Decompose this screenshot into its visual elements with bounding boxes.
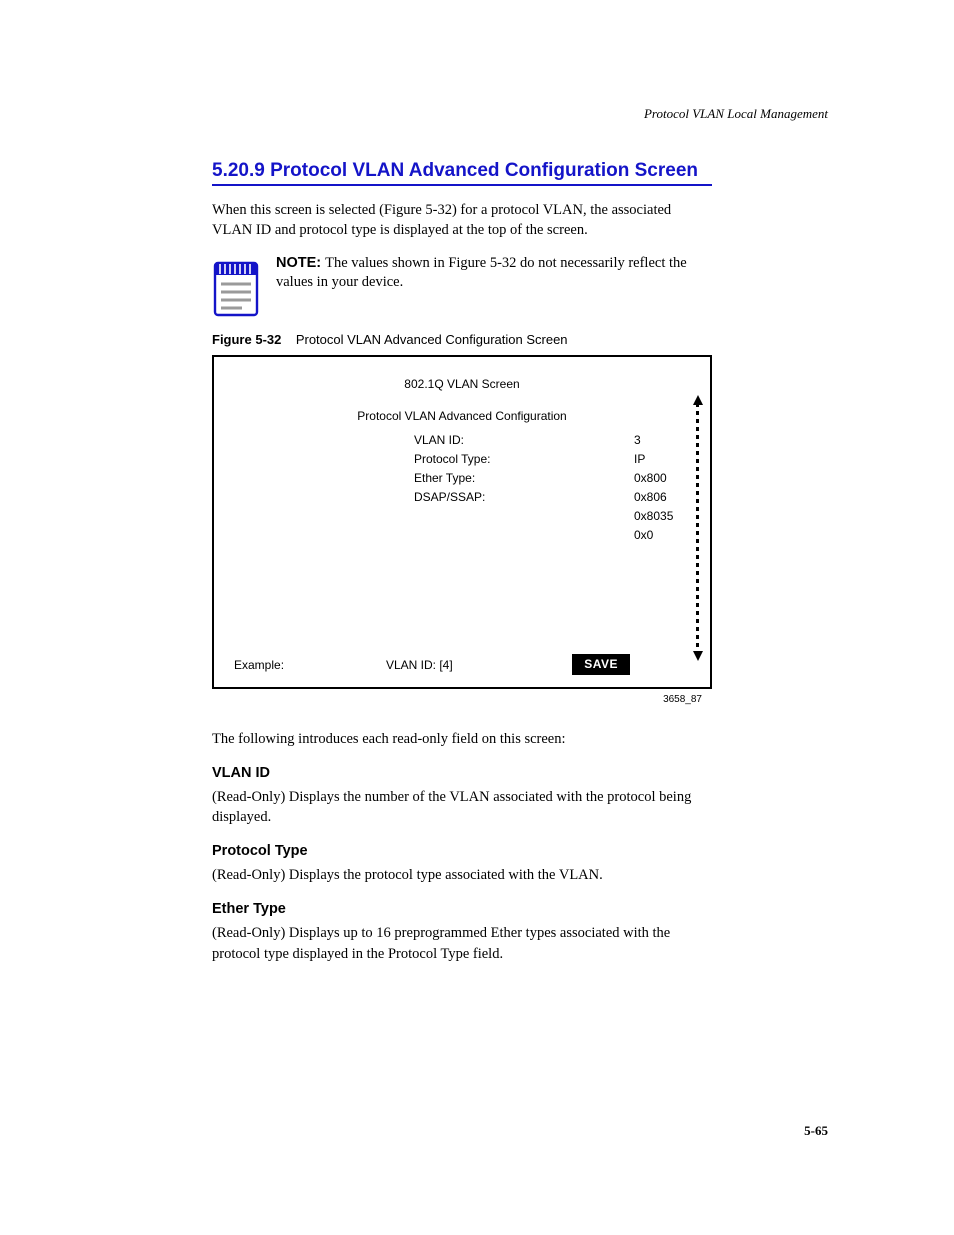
figure-row-val: IP bbox=[634, 450, 645, 469]
figure-scrollbar bbox=[693, 395, 704, 661]
section-title: 5.20.9 Protocol VLAN Advanced Configurat… bbox=[212, 160, 712, 182]
figure-box: 802.1Q VLAN Screen Protocol VLAN Advance… bbox=[212, 355, 712, 689]
figure-row-key bbox=[414, 526, 634, 545]
figure-row-val: 0x0 bbox=[634, 526, 653, 545]
field-desc: (Read-Only) Displays the protocol type a… bbox=[212, 865, 712, 885]
section-rule bbox=[212, 184, 712, 186]
page-running-header: Protocol VLAN Local Management bbox=[644, 106, 828, 122]
figure-row-key bbox=[414, 507, 634, 526]
intro-paragraph: When this screen is selected (Figure 5-3… bbox=[212, 200, 712, 240]
field-title: Ether Type bbox=[212, 901, 712, 917]
notepad-icon bbox=[212, 254, 260, 318]
field-title: VLAN ID bbox=[212, 765, 712, 781]
page-number: 5-65 bbox=[804, 1123, 828, 1139]
figure-row: 0x0 bbox=[414, 526, 690, 545]
scroll-up-icon bbox=[693, 395, 704, 405]
figure-row-val: 0x806 bbox=[634, 488, 667, 507]
figure-row-key: Protocol Type: bbox=[414, 450, 634, 469]
save-button: SAVE bbox=[572, 654, 630, 675]
figure-row-val: 0x8035 bbox=[634, 507, 673, 526]
figure-ref: 3658_87 bbox=[663, 694, 702, 705]
scroll-down-icon bbox=[693, 651, 704, 661]
figure-mid-title: Protocol VLAN Advanced Configuration bbox=[234, 409, 690, 423]
note-head: NOTE: bbox=[276, 255, 321, 271]
figure-row: 0x8035 bbox=[414, 507, 690, 526]
field-desc: (Read-Only) Displays the number of the V… bbox=[212, 787, 712, 828]
figure-row: Protocol Type:IP bbox=[414, 450, 690, 469]
figure-row: Ether Type:0x800 bbox=[414, 469, 690, 488]
vlan-id-input-label: VLAN ID: [4] bbox=[386, 658, 453, 672]
figure-row-key: VLAN ID: bbox=[414, 431, 634, 450]
figure-panel-title: 802.1Q VLAN Screen bbox=[234, 377, 690, 391]
figure-caption: Figure 5-32 Protocol VLAN Advanced Confi… bbox=[212, 332, 712, 347]
scroll-track bbox=[696, 403, 699, 653]
note-block: NOTE: The values shown in Figure 5-32 do… bbox=[212, 254, 712, 318]
note-text: NOTE: The values shown in Figure 5-32 do… bbox=[276, 254, 712, 293]
note-body: The values shown in Figure 5-32 do not n… bbox=[276, 255, 687, 291]
figure-config-rows: VLAN ID:3 Protocol Type:IP Ether Type:0x… bbox=[414, 431, 690, 546]
figure-row: DSAP/SSAP:0x806 bbox=[414, 488, 690, 507]
field-title: Protocol Type bbox=[212, 843, 712, 859]
figure-row: VLAN ID:3 bbox=[414, 431, 690, 450]
figure-row-val: 0x800 bbox=[634, 469, 667, 488]
field-desc: (Read-Only) Displays up to 16 preprogram… bbox=[212, 923, 712, 964]
figure-caption-text: Protocol VLAN Advanced Configuration Scr… bbox=[296, 332, 568, 347]
post-figure-text: The following introduces each read-only … bbox=[212, 729, 712, 749]
figure-row-key: Ether Type: bbox=[414, 469, 634, 488]
page-content: 5.20.9 Protocol VLAN Advanced Configurat… bbox=[212, 160, 712, 964]
figure-label: Figure 5-32 bbox=[212, 332, 281, 347]
example-label: Example: bbox=[234, 658, 284, 672]
figure-row-val: 3 bbox=[634, 431, 641, 450]
figure-row-key: DSAP/SSAP: bbox=[414, 488, 634, 507]
